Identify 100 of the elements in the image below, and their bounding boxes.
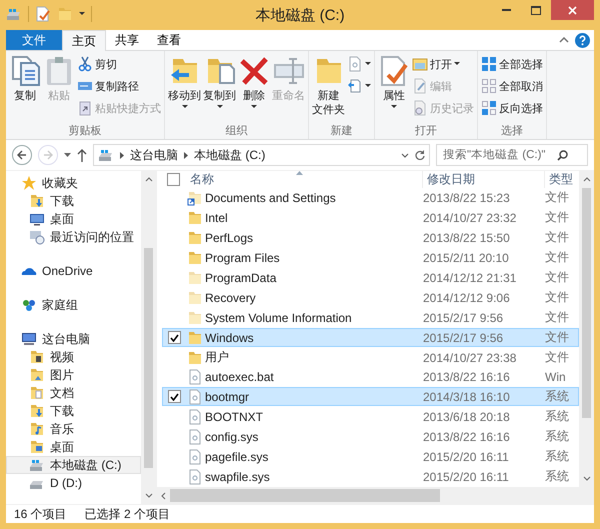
ribbon-button[interactable]: 复制 [8,54,42,123]
nav-item[interactable]: 下载 [6,402,141,420]
file-row[interactable]: Windows 2015/2/17 9:56 文件 [162,328,579,347]
nav-item[interactable]: 图片 [6,366,141,384]
refresh-icon[interactable] [415,150,425,160]
checkbox[interactable] [168,390,181,403]
download-folder-icon [29,403,45,419]
select-all-checkbox[interactable] [167,173,180,186]
chevron-icon[interactable] [184,152,188,158]
folder-icon [187,210,203,226]
close-icon [568,6,577,14]
scroll-left-icon[interactable] [161,492,166,500]
file-row[interactable]: bootmgr 2014/3/18 16:10 系统 [162,387,579,406]
checkbox[interactable] [168,331,181,344]
nav-item[interactable]: 家庭组 [6,296,141,314]
file-row[interactable]: 用户 2014/10/27 23:38 文件 [162,348,579,367]
file-row[interactable]: Documents and Settings 2013/8/22 15:23 文件 [162,188,579,207]
nav-item[interactable]: 音乐 [6,420,141,438]
scroll-down-icon[interactable] [144,493,152,498]
help-icon[interactable] [575,32,590,48]
selection-count: 已选择 2 个项目 [84,506,170,522]
back-icon [17,150,27,160]
modified-date: 2013/8/22 15:50 [423,230,511,244]
file-menu-tab[interactable]: 文件 [6,30,62,50]
nav-item[interactable]: 桌面 [6,210,141,228]
group-label: 剪贴板 [68,125,102,137]
column-header[interactable]: 名称 [186,171,422,188]
pencil-icon [412,78,428,94]
nav-item[interactable]: 视频 [6,348,141,366]
folder-icon [187,250,203,266]
ribbon-button[interactable]: 全部选择 [480,54,544,74]
file-name: Intel [205,210,229,224]
close-button[interactable] [551,0,594,20]
file-row[interactable]: Program Files 2015/2/11 20:10 文件 [162,248,579,267]
nav-item[interactable]: 这台电脑 [6,330,141,348]
ribbon-button[interactable]: 打开 [411,54,475,74]
nav-item[interactable]: OneDrive [6,262,141,280]
nav-item[interactable]: D (D:) [6,474,141,492]
file-row[interactable]: Intel 2014/10/27 23:32 文件 [162,208,579,227]
select-all-icon [481,56,497,72]
breadcrumb[interactable]: 本地磁盘 (C:) [194,146,266,164]
ribbon-tab[interactable]: 查看 [148,30,190,50]
folder-icon [187,290,203,306]
file-icon [187,388,203,404]
address-bar[interactable]: 这台电脑 本地磁盘 (C:) [93,144,430,166]
file-row[interactable]: ProgramData 2014/12/12 21:31 文件 [162,268,579,287]
horizontal-scrollbar[interactable] [157,487,594,504]
file-name: autoexec.bat [205,370,275,384]
file-row[interactable]: autoexec.bat 2013/8/22 16:16 Win [162,368,579,386]
drive-icon [98,147,114,163]
check-page-icon [378,55,410,87]
file-type: 系统 [545,448,570,465]
nav-item[interactable]: 收藏夹 [6,174,141,192]
file-name: config.sys [205,430,260,444]
collapse-ribbon-icon[interactable] [559,37,569,43]
desktop-folder-icon [29,439,45,455]
invert-selection-icon [481,100,497,116]
ribbon-button[interactable]: 全部取消 [480,76,544,96]
breadcrumb[interactable]: 这台电脑 [130,146,178,164]
nav-item[interactable]: 最近访问的位置 [6,228,141,246]
ribbon-button[interactable]: 移动到 [167,54,202,123]
scroll-up-icon[interactable] [582,177,590,182]
column-header[interactable]: 修改日期 [422,171,544,188]
nav-item[interactable]: 桌面 [6,438,141,456]
vertical-scrollbar[interactable] [141,171,156,504]
file-row[interactable]: config.sys 2013/8/22 16:16 系统 [162,427,579,446]
vertical-scrollbar[interactable] [579,171,594,487]
ribbon-button[interactable]: 删除 [237,54,271,123]
ribbon-button[interactable]: 复制路径 [76,76,162,96]
ribbon-button[interactable]: 属性 [377,54,411,123]
file-icon [187,448,203,464]
chevron-icon[interactable] [120,152,124,158]
folder-icon [187,270,203,286]
music-folder-icon [29,421,45,437]
recent-locations-icon[interactable] [64,153,71,157]
scroll-up-icon[interactable] [144,177,152,182]
file-row[interactable]: PerfLogs 2013/8/22 15:50 文件 [162,228,579,247]
nav-item[interactable]: 文档 [6,384,141,402]
nav-item[interactable]: 本地磁盘 (C:) [6,456,141,474]
file-row[interactable]: BOOTNXT 2013/6/18 20:18 系统 [162,407,579,426]
file-type: 文件 [545,189,570,206]
file-row[interactable]: pagefile.sys 2015/2/20 16:11 系统 [162,447,579,466]
ribbon-button[interactable]: 反向选择 [480,98,544,118]
video-folder-icon [29,349,45,365]
scroll-down-icon[interactable] [582,476,590,481]
item-count: 16 个项目 [14,506,67,522]
back-button[interactable] [12,145,32,165]
file-row[interactable]: System Volume Information 2015/2/17 9:56 文件 [162,308,579,327]
file-row[interactable]: swapfile.sys 2015/2/20 16:11 系统 [162,467,579,486]
modified-date: 2015/2/17 9:56 [423,310,504,324]
up-icon[interactable] [77,148,87,162]
ribbon-button[interactable]: 新建 文件夹 [311,54,346,123]
ribbon-tab[interactable]: 共享 [106,30,148,50]
folder-icon [187,310,203,326]
ribbon-button[interactable]: 复制到 [202,54,237,123]
file-row[interactable]: Recovery 2014/12/12 9:06 文件 [162,288,579,307]
ribbon-tab[interactable]: 主页 [62,30,106,51]
ribbon-button[interactable]: 剪切 [76,54,162,74]
nav-item[interactable]: 下载 [6,192,141,210]
dropdown-icon[interactable] [401,152,409,158]
